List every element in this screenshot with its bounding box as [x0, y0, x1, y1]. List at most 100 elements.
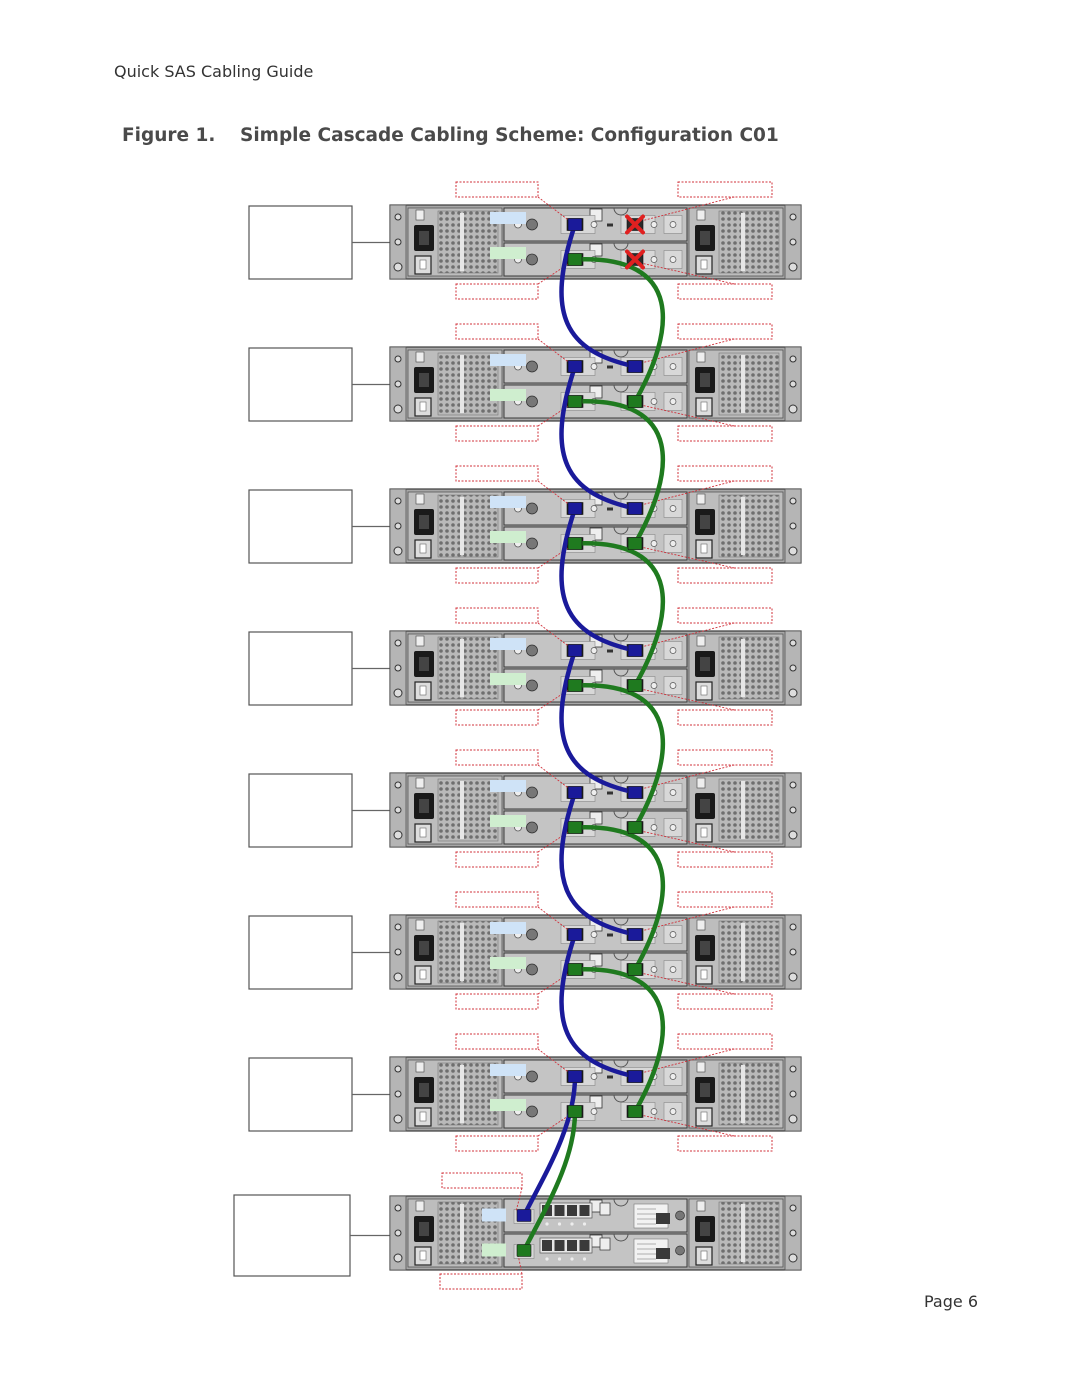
host-port [579, 1205, 590, 1216]
cable-connector [567, 218, 583, 231]
screw-icon [788, 1253, 798, 1263]
module-tag-bg [490, 957, 526, 969]
host-port [567, 1240, 577, 1251]
vent-grille [437, 636, 499, 700]
host-port [579, 1240, 590, 1251]
port-label-emm1-out-box [677, 851, 773, 868]
screw-icon [789, 1090, 797, 1098]
controller-tag-bg [482, 1208, 506, 1222]
port-led-icon [590, 1073, 598, 1080]
port-label-emm1-out-box [677, 1135, 773, 1152]
port-label-emm0-in-box [455, 1033, 539, 1050]
expansion-enclosure-ee7 [248, 181, 802, 300]
cable-connector [567, 360, 583, 373]
screw-icon [394, 664, 402, 672]
cable-connector [567, 1105, 583, 1118]
module-tag-bg [490, 496, 526, 508]
module-tag-bg [490, 673, 526, 685]
screw-icon [789, 213, 797, 221]
expansion-enclosure-ee5 [248, 465, 802, 584]
screw-icon [393, 972, 403, 982]
cabling-diagram [233, 181, 802, 1290]
cable-connector [627, 963, 643, 976]
module-tag-bg [490, 247, 526, 259]
power-switch-rocker [419, 1250, 427, 1261]
psu-latch [415, 919, 425, 931]
psu-latch [415, 635, 425, 647]
port-label-emm1-in-box [455, 283, 539, 300]
module-tag-bg [490, 922, 526, 934]
port-label-rc1-out-box [439, 1273, 523, 1290]
screw-icon [789, 639, 797, 647]
port-label-emm1-out-box [677, 567, 773, 584]
power-switch-rocker [700, 969, 708, 980]
psu-handle [460, 923, 464, 981]
module-screw-icon [526, 1105, 538, 1118]
port-label-emm0-out-box [677, 749, 773, 766]
vent-grille [437, 1062, 499, 1126]
port-label-emm1-out-box [677, 993, 773, 1010]
psu-handle [741, 497, 745, 555]
screw-icon [788, 688, 798, 698]
vent-grille [718, 778, 780, 842]
power-switch-rocker [700, 401, 708, 412]
screw-icon [789, 238, 797, 246]
port-label-emm0-out-box [677, 1033, 773, 1050]
port-label-emm0-out-box [677, 323, 773, 340]
port-label-emm1-out-box [677, 425, 773, 442]
module-screw-icon [526, 360, 538, 373]
port-led-icon [650, 540, 658, 547]
psu-latch [696, 919, 706, 931]
power-inlet-pins [700, 231, 710, 245]
module-indicator [607, 649, 613, 653]
mgmt-led-icon [669, 682, 677, 689]
screw-icon [788, 546, 798, 556]
expansion-enclosure-ee1 [248, 1033, 802, 1152]
vent-grille [718, 1201, 780, 1265]
module-tag-bg [490, 389, 526, 401]
psu-latch [696, 777, 706, 789]
screw-icon [789, 806, 797, 814]
port-led-icon [650, 824, 658, 831]
power-switch-rocker [419, 685, 427, 696]
screw-icon [789, 923, 797, 931]
port-label-emm1-in-box [455, 993, 539, 1010]
vent-grille [437, 352, 499, 416]
module-tag-bg [490, 780, 526, 792]
controller-latch [599, 1237, 611, 1251]
cable-connector [627, 679, 643, 692]
cable-connector [567, 928, 583, 941]
power-inlet-pins [419, 1222, 429, 1236]
module-tag-bg [490, 638, 526, 650]
module-screw-icon [526, 786, 538, 799]
power-switch-rocker [419, 1111, 427, 1122]
page-number: Page 6 [924, 1292, 978, 1311]
psu-handle [741, 1065, 745, 1123]
port-label-emm0-in-box [455, 181, 539, 198]
enclosure-name-box [248, 773, 353, 848]
psu-handle [460, 781, 464, 839]
mgmt-led-icon [669, 363, 677, 370]
module-screw-icon [526, 644, 538, 657]
vent-grille [718, 636, 780, 700]
host-port [554, 1240, 565, 1251]
screw-icon [789, 355, 797, 363]
enclosure-name-box [248, 205, 353, 280]
screw-icon [394, 238, 402, 246]
psu-latch [415, 1200, 425, 1212]
cable-connector [567, 502, 583, 515]
screw-icon [789, 664, 797, 672]
power-switch-rocker [700, 1250, 708, 1261]
screw-icon [394, 213, 402, 221]
port-label-emm0-in-box [455, 323, 539, 340]
cable-connector [516, 1209, 532, 1222]
enclosure-name-box [248, 631, 353, 706]
cable-connector [567, 253, 583, 266]
port-led-icon [590, 789, 598, 796]
screw-icon [394, 522, 402, 530]
psu-latch [415, 1061, 425, 1073]
psu-handle [741, 355, 745, 413]
screw-icon [789, 948, 797, 956]
host-port-led-icon [557, 1257, 562, 1261]
screw-icon [788, 972, 798, 982]
